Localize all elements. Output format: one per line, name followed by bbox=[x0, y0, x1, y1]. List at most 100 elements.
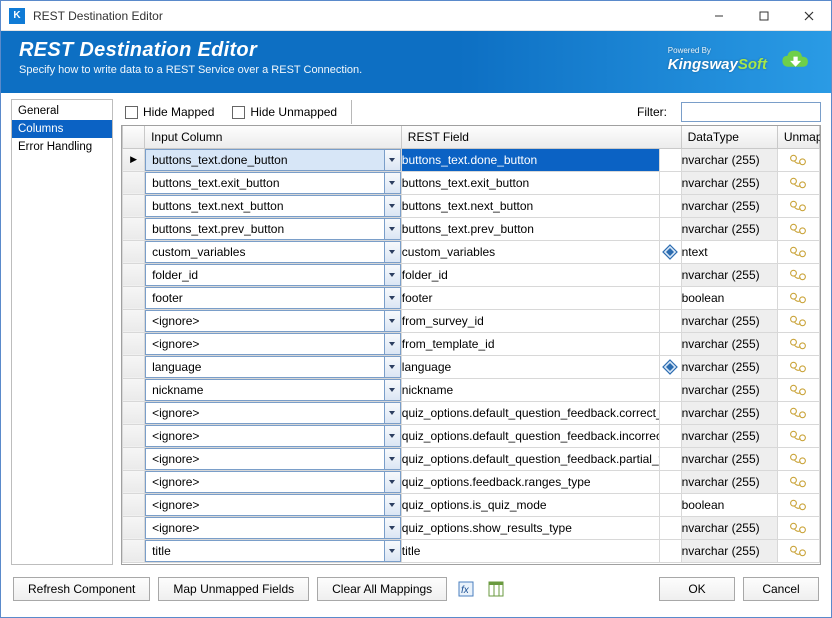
input-column-cell[interactable]: <ignore> bbox=[145, 516, 402, 539]
map-unmapped-button[interactable]: Map Unmapped Fields bbox=[158, 577, 309, 601]
rest-field-cell[interactable]: language bbox=[401, 355, 659, 378]
input-column-cell[interactable]: <ignore> bbox=[145, 493, 402, 516]
input-column-cell[interactable]: buttons_text.done_button bbox=[145, 148, 402, 171]
unmap-cell[interactable] bbox=[777, 493, 819, 516]
table-row[interactable]: languagelanguagenvarchar (255) bbox=[123, 355, 820, 378]
rest-field-cell[interactable]: folder_id bbox=[401, 263, 659, 286]
input-column-cell[interactable]: <ignore> bbox=[145, 424, 402, 447]
table-row[interactable]: <ignore>quiz_options.default_question_fe… bbox=[123, 447, 820, 470]
close-button[interactable] bbox=[786, 1, 831, 31]
unmap-cell[interactable] bbox=[777, 401, 819, 424]
unmap-cell[interactable] bbox=[777, 171, 819, 194]
table-row[interactable]: <ignore>quiz_options.feedback.ranges_typ… bbox=[123, 470, 820, 493]
input-column-cell[interactable]: footer bbox=[145, 286, 402, 309]
mapping-grid[interactable]: Input Column REST Field DataType Unmap b… bbox=[121, 125, 821, 565]
rest-field-cell[interactable]: footer bbox=[401, 286, 659, 309]
minimize-button[interactable] bbox=[696, 1, 741, 31]
dropdown-button[interactable] bbox=[384, 540, 401, 562]
input-column-cell[interactable]: buttons_text.prev_button bbox=[145, 217, 402, 240]
unmap-cell[interactable] bbox=[777, 217, 819, 240]
input-column-cell[interactable]: nickname bbox=[145, 378, 402, 401]
nav-item-columns[interactable]: Columns bbox=[12, 120, 112, 138]
dropdown-button[interactable] bbox=[384, 356, 401, 378]
hide-unmapped-checkbox[interactable]: Hide Unmapped bbox=[228, 105, 341, 119]
table-row[interactable]: <ignore>from_survey_idnvarchar (255) bbox=[123, 309, 820, 332]
input-column-cell[interactable]: custom_variables bbox=[145, 240, 402, 263]
dropdown-button[interactable] bbox=[384, 195, 401, 217]
unmap-cell[interactable] bbox=[777, 424, 819, 447]
col-datatype[interactable]: DataType bbox=[681, 126, 777, 148]
hide-mapped-checkbox[interactable]: Hide Mapped bbox=[121, 105, 218, 119]
nav-item-general[interactable]: General bbox=[12, 102, 112, 120]
unmap-cell[interactable] bbox=[777, 240, 819, 263]
columns-button[interactable] bbox=[485, 578, 507, 600]
col-unmap[interactable]: Unmap bbox=[777, 126, 819, 148]
dropdown-button[interactable] bbox=[384, 448, 401, 470]
rest-field-cell[interactable]: buttons_text.done_button bbox=[401, 148, 659, 171]
input-column-cell[interactable]: <ignore> bbox=[145, 309, 402, 332]
dropdown-button[interactable] bbox=[384, 149, 401, 171]
unmap-cell[interactable] bbox=[777, 286, 819, 309]
table-row[interactable]: nicknamenicknamenvarchar (255) bbox=[123, 378, 820, 401]
table-row[interactable]: <ignore>quiz_options.is_quiz_modeboolean bbox=[123, 493, 820, 516]
nav-item-error-handling[interactable]: Error Handling bbox=[12, 138, 112, 156]
refresh-component-button[interactable]: Refresh Component bbox=[13, 577, 150, 601]
fx-button[interactable]: fx bbox=[455, 578, 477, 600]
unmap-cell[interactable] bbox=[777, 516, 819, 539]
dropdown-button[interactable] bbox=[384, 471, 401, 493]
table-row[interactable]: <ignore>quiz_options.default_question_fe… bbox=[123, 424, 820, 447]
cancel-button[interactable]: Cancel bbox=[743, 577, 819, 601]
rest-field-cell[interactable]: quiz_options.is_quiz_mode bbox=[401, 493, 659, 516]
col-rest-field[interactable]: REST Field bbox=[401, 126, 681, 148]
unmap-cell[interactable] bbox=[777, 378, 819, 401]
rest-field-cell[interactable]: buttons_text.next_button bbox=[401, 194, 659, 217]
table-row[interactable]: <ignore>quiz_options.default_question_fe… bbox=[123, 401, 820, 424]
unmap-cell[interactable] bbox=[777, 332, 819, 355]
table-row[interactable]: buttons_text.prev_buttonbuttons_text.pre… bbox=[123, 217, 820, 240]
table-row[interactable]: buttons_text.exit_buttonbuttons_text.exi… bbox=[123, 171, 820, 194]
table-row[interactable]: titletitlenvarchar (255) bbox=[123, 539, 820, 562]
rest-field-cell[interactable]: from_template_id bbox=[401, 332, 659, 355]
ok-button[interactable]: OK bbox=[659, 577, 735, 601]
table-row[interactable]: custom_variablescustom_variablesntext bbox=[123, 240, 820, 263]
unmap-cell[interactable] bbox=[777, 470, 819, 493]
dropdown-button[interactable] bbox=[384, 287, 401, 309]
col-input-column[interactable]: Input Column bbox=[145, 126, 402, 148]
dropdown-button[interactable] bbox=[384, 517, 401, 539]
input-column-cell[interactable]: buttons_text.next_button bbox=[145, 194, 402, 217]
rest-field-cell[interactable]: title bbox=[401, 539, 659, 562]
rest-field-cell[interactable]: quiz_options.default_question_feedback.c… bbox=[401, 401, 659, 424]
input-column-cell[interactable]: title bbox=[145, 539, 402, 562]
input-column-cell[interactable]: <ignore> bbox=[145, 470, 402, 493]
maximize-button[interactable] bbox=[741, 1, 786, 31]
dropdown-button[interactable] bbox=[384, 425, 401, 447]
rest-field-cell[interactable]: quiz_options.default_question_feedback.p… bbox=[401, 447, 659, 470]
dropdown-button[interactable] bbox=[384, 310, 401, 332]
unmap-cell[interactable] bbox=[777, 309, 819, 332]
dropdown-button[interactable] bbox=[384, 494, 401, 516]
input-column-cell[interactable]: folder_id bbox=[145, 263, 402, 286]
table-row[interactable]: folder_idfolder_idnvarchar (255) bbox=[123, 263, 820, 286]
dropdown-button[interactable] bbox=[384, 218, 401, 240]
rest-field-cell[interactable]: custom_variables bbox=[401, 240, 659, 263]
unmap-cell[interactable] bbox=[777, 148, 819, 171]
dropdown-button[interactable] bbox=[384, 264, 401, 286]
filter-input[interactable] bbox=[681, 102, 821, 122]
rest-field-cell[interactable]: buttons_text.prev_button bbox=[401, 217, 659, 240]
rest-field-cell[interactable]: quiz_options.feedback.ranges_type bbox=[401, 470, 659, 493]
input-column-cell[interactable]: buttons_text.exit_button bbox=[145, 171, 402, 194]
dropdown-button[interactable] bbox=[384, 241, 401, 263]
rest-field-cell[interactable]: from_survey_id bbox=[401, 309, 659, 332]
dropdown-button[interactable] bbox=[384, 172, 401, 194]
rest-field-cell[interactable]: quiz_options.show_results_type bbox=[401, 516, 659, 539]
input-column-cell[interactable]: language bbox=[145, 355, 402, 378]
rest-field-cell[interactable]: nickname bbox=[401, 378, 659, 401]
clear-mappings-button[interactable]: Clear All Mappings bbox=[317, 577, 447, 601]
input-column-cell[interactable]: <ignore> bbox=[145, 332, 402, 355]
unmap-cell[interactable] bbox=[777, 194, 819, 217]
rest-field-cell[interactable]: quiz_options.default_question_feedback.i… bbox=[401, 424, 659, 447]
input-column-cell[interactable]: <ignore> bbox=[145, 447, 402, 470]
dropdown-button[interactable] bbox=[384, 379, 401, 401]
table-row[interactable]: <ignore>quiz_options.show_results_typenv… bbox=[123, 516, 820, 539]
table-row[interactable]: <ignore>from_template_idnvarchar (255) bbox=[123, 332, 820, 355]
